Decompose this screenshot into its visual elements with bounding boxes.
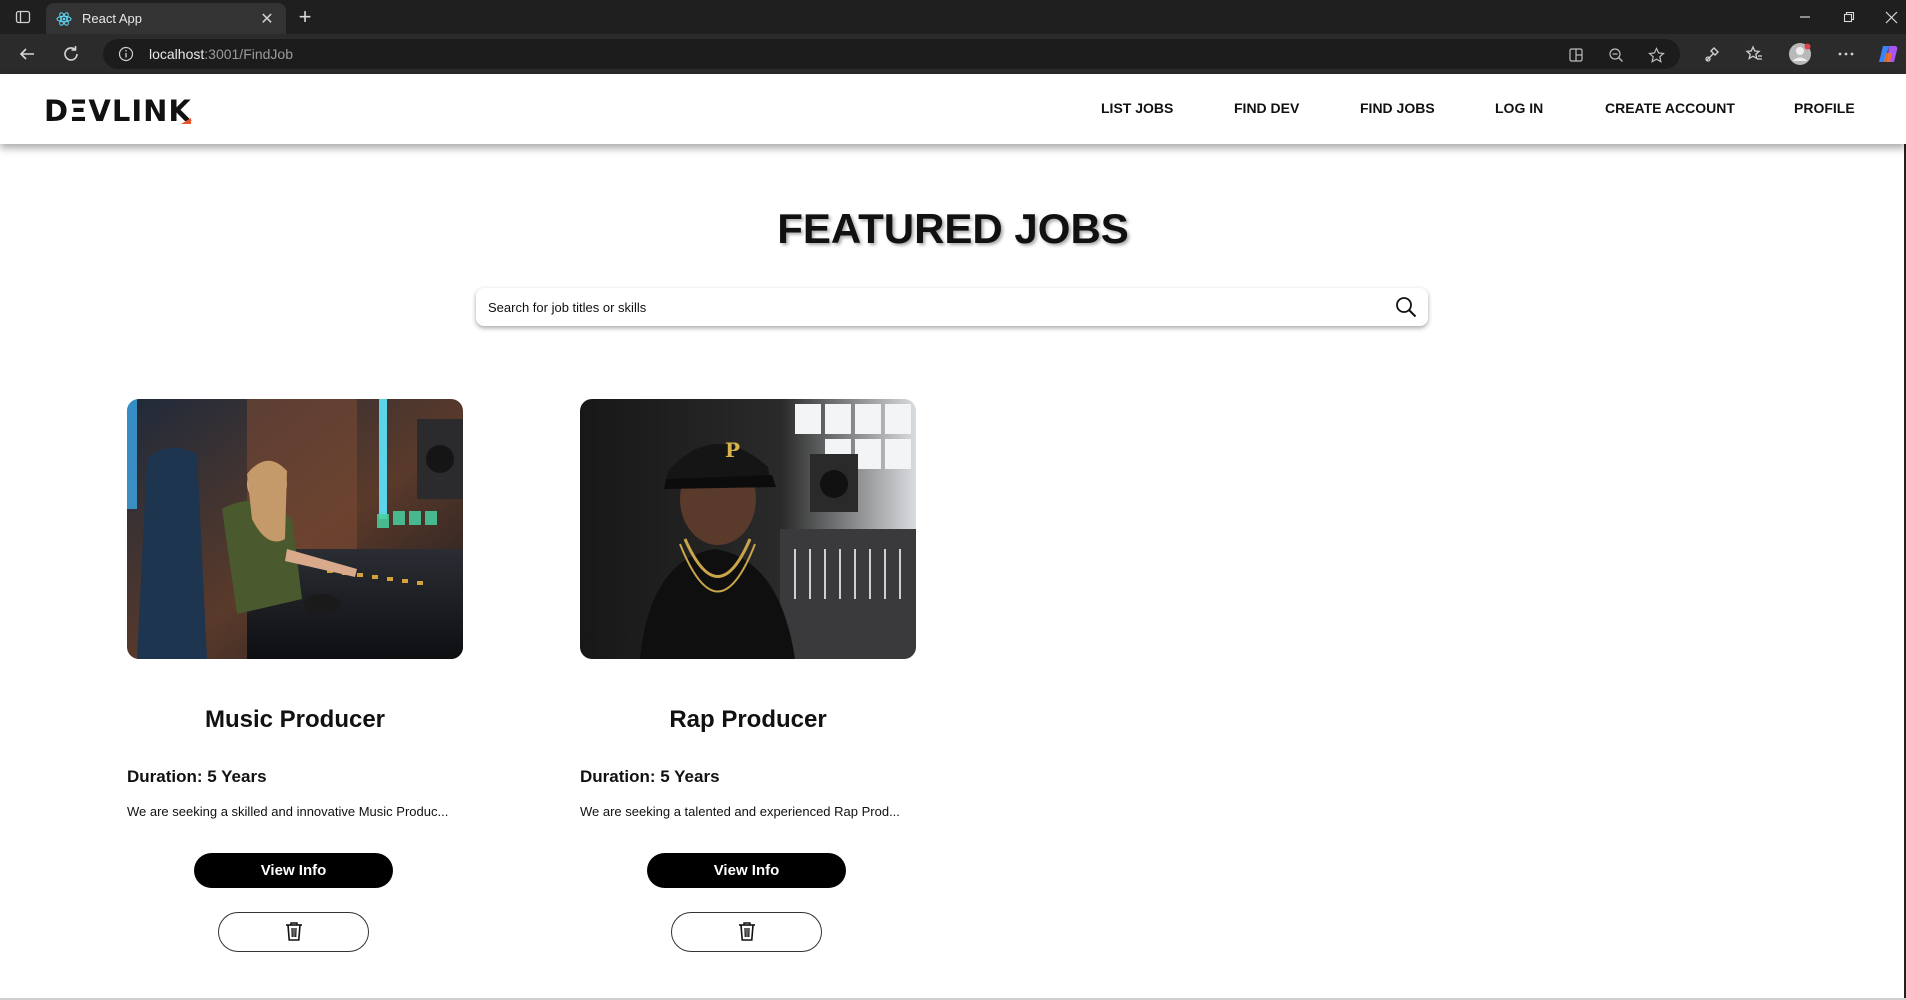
job-duration: Duration: 5 Years bbox=[127, 767, 267, 786]
logo-text-e: Ξ bbox=[69, 94, 89, 128]
job-description: We are seeking a talented and experience… bbox=[580, 804, 900, 819]
logo-text-end: VLINK bbox=[88, 94, 192, 128]
job-image-rap-producer: P bbox=[580, 399, 916, 659]
search-input[interactable] bbox=[488, 288, 1368, 326]
more-icon[interactable] bbox=[1834, 42, 1858, 66]
nav-list-jobs[interactable]: LIST JOBS bbox=[1101, 100, 1173, 116]
browser-titlebar: React App ✕ + bbox=[0, 0, 1906, 34]
job-title: Rap Producer bbox=[669, 706, 827, 733]
job-card: Music Producer Duration: 5 Years We are … bbox=[127, 399, 463, 952]
browser-toolbar: localhost:3001/FindJob bbox=[0, 34, 1906, 74]
url-host: localhost bbox=[149, 46, 205, 62]
restore-icon[interactable] bbox=[1836, 4, 1862, 30]
trash-icon bbox=[285, 921, 303, 944]
nav-profile[interactable]: PROFILE bbox=[1794, 100, 1855, 116]
search-icon[interactable] bbox=[1394, 295, 1418, 319]
job-image-music-producer bbox=[127, 399, 463, 659]
favorites-icon[interactable] bbox=[1742, 42, 1766, 66]
logo-accent-icon bbox=[180, 118, 191, 124]
url-text[interactable]: localhost:3001/FindJob bbox=[149, 46, 293, 62]
svg-text:P: P bbox=[725, 438, 740, 462]
delete-button[interactable] bbox=[671, 912, 822, 952]
close-icon[interactable]: ✕ bbox=[256, 8, 278, 30]
job-duration: Duration: 5 Years bbox=[580, 767, 720, 786]
page-title: FEATURED JOBS bbox=[777, 205, 1129, 252]
nav-create-account[interactable]: CREATE ACCOUNT bbox=[1605, 100, 1735, 116]
react-favicon-icon bbox=[56, 11, 72, 27]
info-icon[interactable] bbox=[117, 45, 135, 63]
site-header: D Ξ VLINK LIST JOBS FIND DEV FIND JOBS LOG… bbox=[0, 74, 1906, 144]
copilot-icon[interactable] bbox=[1876, 42, 1900, 66]
nav-find-jobs[interactable]: FIND JOBS bbox=[1360, 100, 1435, 116]
refresh-icon[interactable] bbox=[58, 41, 84, 67]
trash-icon bbox=[738, 921, 756, 944]
url-path: :3001/FindJob bbox=[204, 46, 293, 62]
plus-icon[interactable]: + bbox=[294, 6, 316, 28]
extensions-icon[interactable] bbox=[1700, 42, 1724, 66]
search-bar[interactable] bbox=[476, 288, 1428, 326]
back-icon[interactable] bbox=[14, 41, 40, 67]
view-info-button[interactable]: View Info bbox=[194, 853, 393, 888]
delete-button[interactable] bbox=[218, 912, 369, 952]
nav-find-dev[interactable]: FIND DEV bbox=[1234, 100, 1299, 116]
address-bar[interactable]: localhost:3001/FindJob bbox=[103, 39, 1680, 69]
devlink-logo[interactable]: D Ξ VLINK bbox=[44, 94, 193, 128]
star-icon[interactable] bbox=[1647, 46, 1665, 64]
nav-log-in[interactable]: LOG IN bbox=[1495, 100, 1543, 116]
view-info-button[interactable]: View Info bbox=[647, 853, 846, 888]
zoom-out-icon[interactable] bbox=[1607, 46, 1625, 64]
tab-list-icon[interactable] bbox=[14, 8, 32, 26]
close-window-icon[interactable] bbox=[1878, 4, 1904, 30]
avatar[interactable] bbox=[1788, 42, 1812, 66]
job-card: P Rap Producer Duration: 5 Years We are … bbox=[580, 399, 916, 952]
logo-text-start: D bbox=[44, 94, 70, 128]
job-title: Music Producer bbox=[204, 706, 386, 733]
split-screen-icon[interactable] bbox=[1567, 46, 1585, 64]
browser-tab[interactable]: React App ✕ bbox=[46, 3, 286, 34]
tab-title: React App bbox=[82, 11, 142, 26]
minimize-icon[interactable] bbox=[1792, 4, 1818, 30]
job-description: We are seeking a skilled and innovative … bbox=[127, 804, 449, 819]
